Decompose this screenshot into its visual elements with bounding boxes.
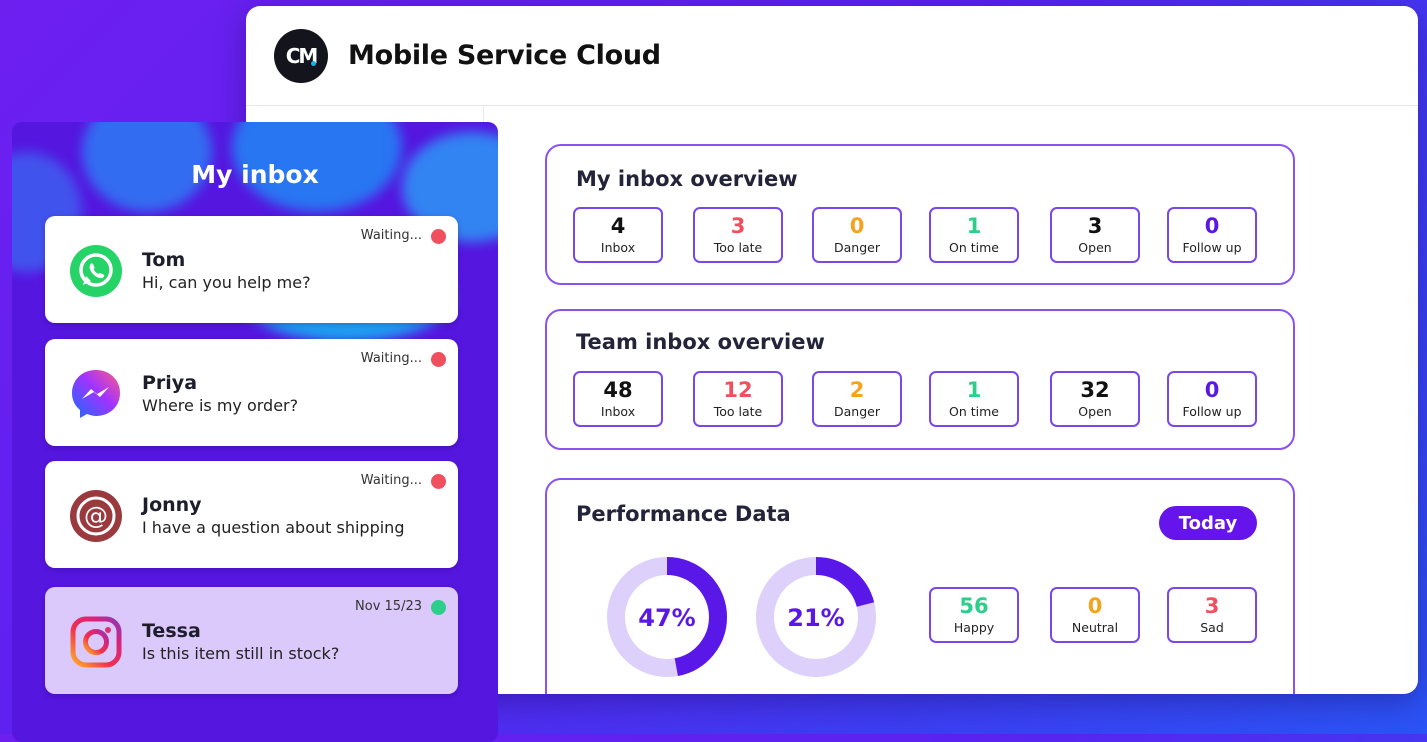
contact-name: Priya [142, 372, 198, 394]
my-inbox-overview-card: My inbox overview 4 Inbox 3 Too late 0 D… [545, 144, 1295, 285]
message-status: Waiting... [360, 351, 422, 366]
stat-label: Neutral [1071, 620, 1119, 635]
message-preview: Where is my order? [142, 396, 299, 415]
status-dot [431, 229, 446, 244]
team-inbox-overview-title: Team inbox overview [576, 330, 825, 354]
stat-label: Too late [713, 404, 763, 419]
stat-label: Danger [834, 240, 880, 255]
stat-value: 4 [610, 214, 626, 238]
my-stat-open[interactable]: 3 Open [1050, 207, 1140, 263]
conversation-item-tom[interactable]: Waiting... Tom Hi, can you help me? [45, 216, 458, 323]
conversation-item-jonny[interactable]: @ Waiting... Jonny I have a question abo… [45, 461, 458, 568]
donut-chart-1: 47% [607, 557, 727, 677]
message-preview: Is this item still in stock? [142, 644, 340, 663]
sentiment-happy[interactable]: 56 Happy [929, 587, 1019, 643]
donut-label: 21% [787, 604, 844, 632]
stat-value: 1 [966, 378, 982, 402]
app-header: CM Mobile Service Cloud [246, 6, 1418, 106]
message-preview: Hi, can you help me? [142, 273, 311, 292]
message-status: Waiting... [360, 228, 422, 243]
message-preview: I have a question about shipping [142, 518, 405, 537]
stat-value: 0 [849, 214, 865, 238]
stat-value: 3 [730, 214, 746, 238]
team-stat-too-late[interactable]: 12 Too late [693, 371, 783, 427]
stat-value: 32 [1080, 378, 1110, 402]
conversation-item-tessa[interactable]: Nov 15/23 Tessa Is this item still in st… [45, 587, 458, 694]
team-stat-open[interactable]: 32 Open [1050, 371, 1140, 427]
my-stat-inbox[interactable]: 4 Inbox [573, 207, 663, 263]
email-icon: @ [70, 490, 122, 542]
performance-card: Performance Data Today 47% 21% 56 Happy … [545, 478, 1295, 694]
my-stat-danger[interactable]: 0 Danger [812, 207, 902, 263]
stat-label: Danger [834, 404, 880, 419]
contact-name: Tessa [142, 620, 201, 642]
stat-label: Follow up [1182, 404, 1242, 419]
app-title: Mobile Service Cloud [348, 40, 661, 71]
team-stat-follow-up[interactable]: 0 Follow up [1167, 371, 1257, 427]
inbox-panel-title: My inbox [191, 160, 319, 189]
stat-label: On time [949, 240, 999, 255]
conversation-item-priya[interactable]: Waiting... Priya Where is my order? [45, 339, 458, 446]
sentiment-sad[interactable]: 3 Sad [1167, 587, 1257, 643]
stat-value: 56 [959, 594, 989, 618]
logo-dot [311, 60, 316, 66]
stat-label: Open [1078, 240, 1112, 255]
stat-label: Too late [713, 240, 763, 255]
my-stat-too-late[interactable]: 3 Too late [693, 207, 783, 263]
team-stat-inbox[interactable]: 48 Inbox [573, 371, 663, 427]
donut-label: 47% [638, 604, 695, 632]
message-status: Nov 15/23 [355, 599, 422, 614]
stat-value: 1 [966, 214, 982, 238]
stat-value: 0 [1087, 594, 1103, 618]
instagram-icon [70, 616, 122, 668]
status-dot [431, 474, 446, 489]
stat-value: 3 [1204, 594, 1220, 618]
stat-label: Open [1078, 404, 1112, 419]
message-status: Waiting... [360, 473, 422, 488]
donut-chart-2: 21% [756, 557, 876, 677]
svg-text:@: @ [84, 502, 108, 530]
stat-value: 12 [723, 378, 753, 402]
performance-title: Performance Data [576, 502, 791, 526]
inbox-panel: My inbox Waiting... Tom Hi, can you help… [12, 122, 498, 742]
stat-label: Happy [953, 620, 995, 635]
whatsapp-icon [70, 245, 122, 297]
stat-value: 48 [603, 378, 633, 402]
messenger-icon [72, 370, 120, 418]
contact-name: Jonny [142, 494, 202, 516]
team-stat-danger[interactable]: 2 Danger [812, 371, 902, 427]
today-button[interactable]: Today [1159, 506, 1257, 540]
my-stat-on-time[interactable]: 1 On time [929, 207, 1019, 263]
contact-name: Tom [142, 249, 186, 271]
stat-label: Sad [1200, 620, 1224, 635]
stat-label: Inbox [600, 240, 636, 255]
stat-label: Inbox [600, 404, 636, 419]
my-stat-follow-up[interactable]: 0 Follow up [1167, 207, 1257, 263]
stat-label: On time [949, 404, 999, 419]
cm-logo: CM [274, 28, 328, 83]
status-dot [431, 600, 446, 615]
status-dot [431, 352, 446, 367]
my-inbox-overview-title: My inbox overview [576, 167, 798, 191]
stat-label: Follow up [1182, 240, 1242, 255]
stat-value: 0 [1204, 378, 1220, 402]
stat-value: 3 [1087, 214, 1103, 238]
stat-value: 0 [1204, 214, 1220, 238]
stat-value: 2 [849, 378, 865, 402]
sentiment-neutral[interactable]: 0 Neutral [1050, 587, 1140, 643]
team-stat-on-time[interactable]: 1 On time [929, 371, 1019, 427]
team-inbox-overview-card: Team inbox overview 48 Inbox 12 Too late… [545, 309, 1295, 450]
